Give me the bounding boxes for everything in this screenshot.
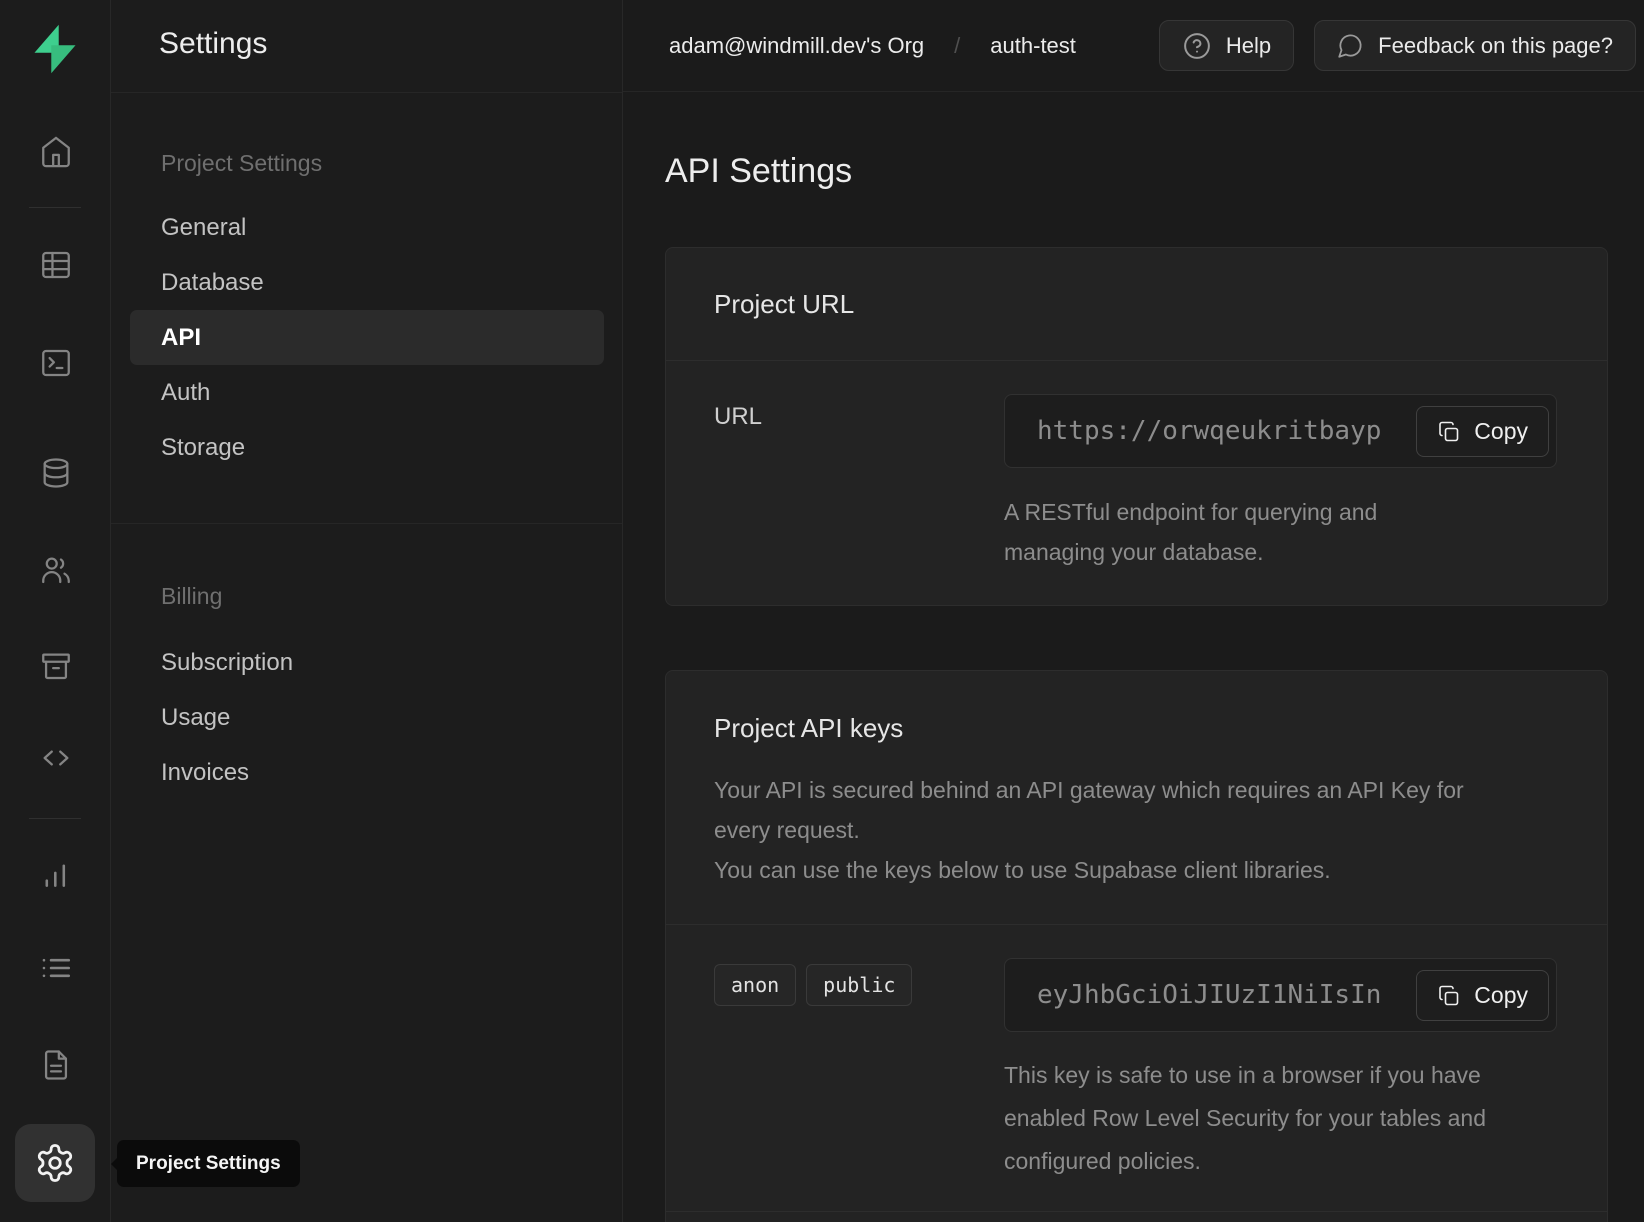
url-description: A RESTful endpoint for querying and mana… [1004, 492, 1474, 572]
main-area: adam@windmill.dev's Org / auth-test Help… [623, 0, 1644, 1222]
reports-chart-icon[interactable] [39, 858, 73, 892]
project-settings-items: General Database API Auth Storage [130, 200, 604, 475]
sidebar-item-database[interactable]: Database [130, 255, 604, 310]
gear-icon [34, 1142, 76, 1184]
speech-bubble-icon [1337, 32, 1364, 59]
api-keys-card-title: Project API keys [714, 713, 1559, 744]
copy-icon [1437, 984, 1461, 1008]
card-tail-spacer [666, 1212, 1607, 1222]
sidebar-item-invoices[interactable]: Invoices [130, 745, 604, 800]
project-api-keys-card: Project API keys Your API is secured beh… [665, 670, 1608, 1222]
sidebar-item-general[interactable]: General [130, 200, 604, 255]
docs-file-icon[interactable] [39, 1048, 73, 1082]
feedback-button[interactable]: Feedback on this page? [1314, 20, 1636, 71]
anon-key-description: This key is safe to use in a browser if … [1004, 1054, 1529, 1183]
sql-editor-terminal-icon[interactable] [39, 346, 73, 380]
home-icon[interactable] [39, 135, 73, 169]
database-icon[interactable] [39, 456, 73, 490]
project-url-card-header: Project URL [666, 248, 1607, 361]
sidebar-item-subscription[interactable]: Subscription [130, 635, 604, 690]
url-field-main: https://orwqeukritbayp Copy A RESTful en… [1004, 394, 1557, 572]
api-keys-description: Your API is secured behind an API gatewa… [714, 770, 1559, 890]
breadcrumb-project[interactable]: auth-test [990, 33, 1076, 59]
supabase-logo-icon[interactable] [27, 17, 83, 81]
project-url-value: https://orwqeukritbayp [1037, 416, 1381, 446]
copy-anon-key-label: Copy [1474, 982, 1528, 1009]
sidebar-item-usage[interactable]: Usage [130, 690, 604, 745]
anon-key-input[interactable]: eyJhbGciOiJIUzI1NiIsIn Copy [1004, 958, 1557, 1032]
help-button-label: Help [1226, 33, 1271, 59]
anon-key-row: anon public eyJhbGciOiJIUzI1NiIsIn Copy [666, 924, 1607, 1212]
project-url-card-title: Project URL [714, 289, 854, 320]
project-url-input[interactable]: https://orwqeukritbayp Copy [1004, 394, 1557, 468]
rail-divider [29, 207, 81, 208]
breadcrumb-org[interactable]: adam@windmill.dev's Org [669, 33, 924, 59]
section-label-billing: Billing [161, 583, 222, 610]
logs-list-icon[interactable] [39, 951, 73, 985]
icon-sidebar: Project Settings [0, 0, 111, 1222]
copy-url-button[interactable]: Copy [1416, 406, 1549, 457]
api-keys-description-line2: You can use the keys below to use Supaba… [714, 850, 1559, 890]
app-window: Project Settings Settings Project Settin… [0, 0, 1644, 1222]
anon-key-main: eyJhbGciOiJIUzI1NiIsIn Copy This key is … [1004, 958, 1557, 1183]
url-field-row: URL https://orwqeukritbayp Copy A REST [666, 361, 1607, 605]
settings-content: API Settings Project URL URL https://orw… [623, 92, 1644, 1222]
topbar-buttons: Help Feedback on this page? [1159, 20, 1636, 71]
copy-url-label: Copy [1474, 418, 1528, 445]
nav-header-divider [111, 92, 622, 93]
help-circle-icon [1182, 31, 1212, 61]
table-editor-icon[interactable] [39, 248, 73, 282]
section-label-project-settings: Project Settings [161, 150, 322, 177]
sidebar-item-api[interactable]: API [130, 310, 604, 365]
anon-key-value: eyJhbGciOiJIUzI1NiIsIn [1037, 980, 1381, 1010]
api-keys-description-line1: Your API is secured behind an API gatewa… [714, 770, 1474, 850]
copy-icon [1437, 420, 1461, 444]
feedback-button-label: Feedback on this page? [1378, 33, 1613, 59]
billing-items: Subscription Usage Invoices [130, 635, 604, 800]
help-button[interactable]: Help [1159, 20, 1294, 71]
breadcrumb-separator: / [954, 33, 960, 59]
badge-public: public [806, 964, 912, 1006]
sidebar-item-storage[interactable]: Storage [130, 420, 604, 475]
sidebar-item-auth[interactable]: Auth [130, 365, 604, 420]
auth-users-icon[interactable] [39, 553, 73, 587]
topbar: adam@windmill.dev's Org / auth-test Help… [623, 0, 1644, 92]
key-badges: anon public [714, 958, 1004, 1183]
api-keys-card-header: Project API keys Your API is secured beh… [666, 671, 1607, 924]
copy-anon-key-button[interactable]: Copy [1416, 970, 1549, 1021]
project-settings-gear-button[interactable] [15, 1124, 95, 1202]
settings-sidebar: Settings Project Settings General Databa… [111, 0, 623, 1222]
api-code-icon[interactable] [39, 741, 73, 775]
project-url-card: Project URL URL https://orwqeukritbayp C… [665, 247, 1608, 606]
url-field-label: URL [714, 394, 1004, 572]
page-title: API Settings [665, 151, 1608, 191]
rail-divider [29, 818, 81, 819]
settings-title: Settings [159, 27, 267, 61]
badge-anon: anon [714, 964, 796, 1006]
nav-section-divider [111, 523, 622, 524]
project-settings-tooltip: Project Settings [117, 1140, 300, 1187]
storage-archive-icon[interactable] [39, 649, 73, 683]
